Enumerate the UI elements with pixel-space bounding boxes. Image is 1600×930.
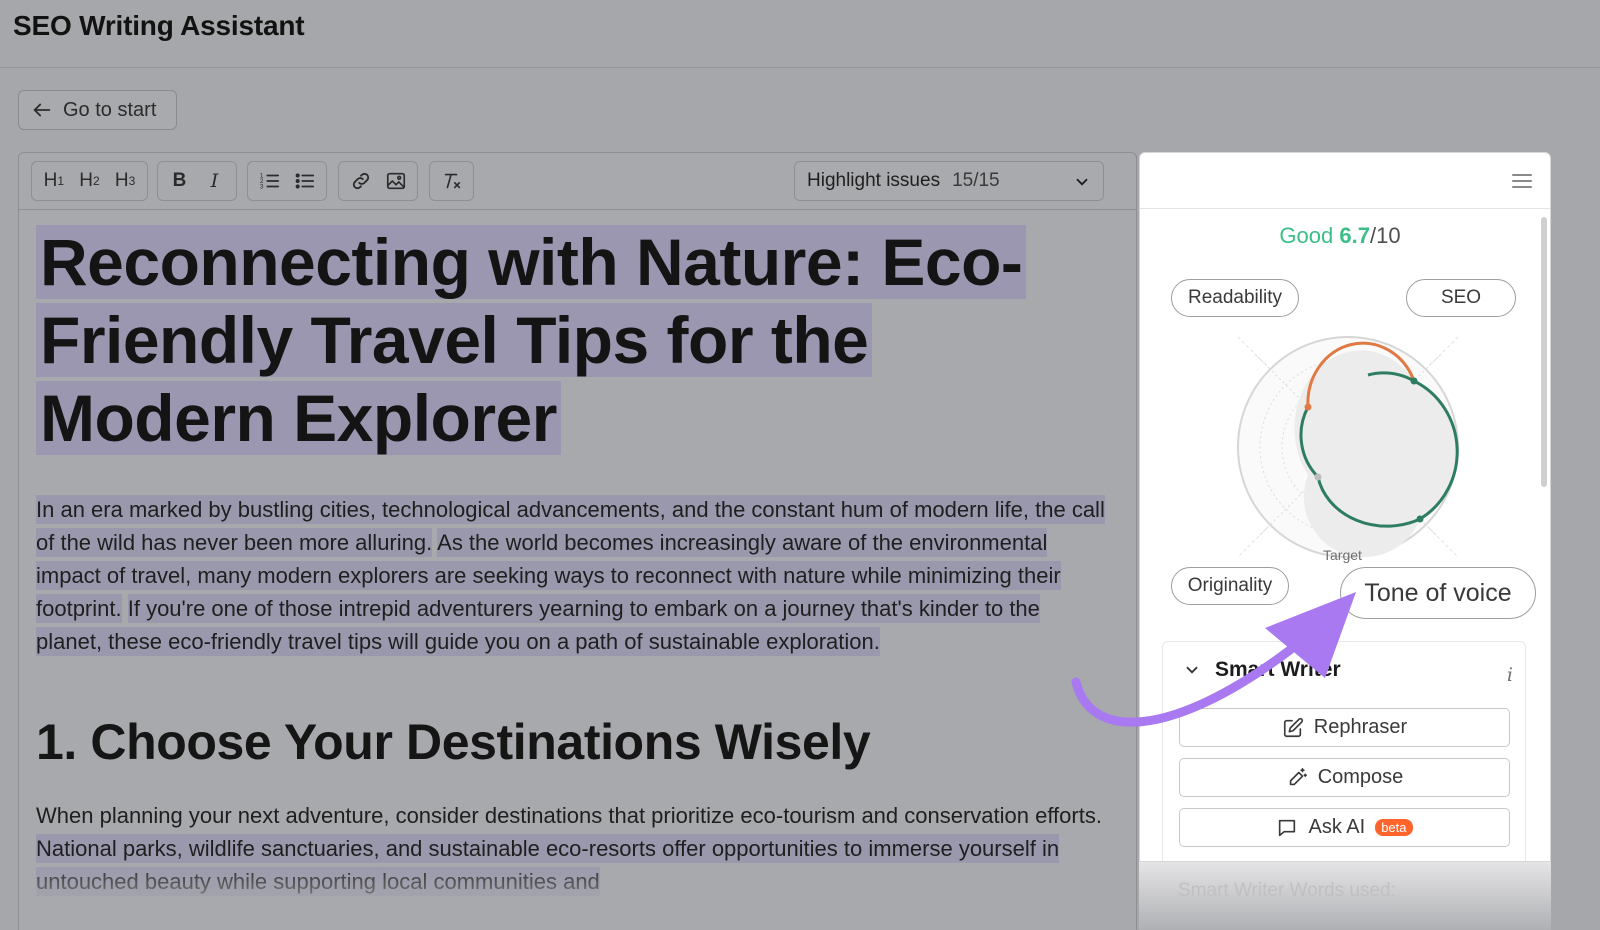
- panel-header: [1140, 153, 1550, 209]
- document-title[interactable]: Reconnecting with Nature: Eco-Friendly T…: [36, 223, 1096, 457]
- score-value: 6.7: [1339, 223, 1370, 248]
- svg-text:3: 3: [259, 183, 263, 190]
- chevron-down-icon: [1186, 666, 1198, 674]
- bullet-list-button[interactable]: [289, 165, 321, 197]
- bullet-list-icon: [295, 173, 314, 189]
- list-group: 123: [247, 161, 327, 201]
- insert-group: [338, 161, 418, 201]
- ask-ai-label: Ask AI: [1308, 816, 1366, 838]
- heading-2-button[interactable]: H2: [73, 165, 105, 197]
- score-max: /10: [1369, 223, 1401, 248]
- link-button[interactable]: [345, 165, 377, 197]
- smart-writer-words-used: Smart Writer Words used:: [1178, 880, 1396, 901]
- top-bar: SEO Writing Assistant: [0, 0, 1600, 68]
- paragraph-intro[interactable]: In an era marked by bustling cities, tec…: [36, 493, 1106, 658]
- overall-score: Good 6.7/10: [1140, 223, 1540, 249]
- heading-3-sub: 3: [128, 174, 136, 188]
- target-label: Target: [1323, 547, 1362, 563]
- readability-pill[interactable]: Readability: [1171, 279, 1299, 317]
- go-to-start-button[interactable]: Go to start: [18, 90, 177, 130]
- panel-scrollbar[interactable]: [1541, 217, 1547, 487]
- sentence: [122, 596, 128, 621]
- heading-group: H1 H2 H3: [31, 161, 148, 201]
- editor-fade: [19, 860, 1136, 930]
- app-title: SEO Writing Assistant: [13, 10, 305, 41]
- ordered-list-button[interactable]: 123: [254, 165, 286, 197]
- smart-writer-section: Smart Writer i Rephraser Compose Ask AI …: [1162, 641, 1526, 861]
- format-group: B I: [157, 161, 237, 201]
- seo-pill[interactable]: SEO: [1406, 279, 1516, 317]
- ask-ai-button[interactable]: Ask AI beta: [1179, 808, 1510, 847]
- highlighted-sentence[interactable]: If you're one of those intrepid adventur…: [36, 594, 1040, 656]
- chevron-down-icon: [1076, 178, 1088, 186]
- tone-of-voice-pill[interactable]: Tone of voice: [1340, 567, 1536, 619]
- arrow-left-icon: [33, 103, 51, 117]
- image-icon: [386, 172, 405, 190]
- heading-2-sub: 2: [93, 174, 100, 188]
- heading-2-label: H: [79, 170, 93, 191]
- heading-3-label: H: [114, 170, 129, 191]
- highlight-issues-select[interactable]: Highlight issues 15/15: [794, 161, 1104, 201]
- heading-3-button[interactable]: H3: [109, 165, 141, 197]
- bold-button[interactable]: B: [164, 165, 196, 197]
- italic-button[interactable]: I: [199, 165, 231, 197]
- heading-1-label: H: [43, 170, 58, 191]
- originality-pill[interactable]: Originality: [1171, 567, 1289, 605]
- edit-icon: [1283, 717, 1303, 737]
- highlight-issues-label: Highlight issues: [807, 170, 941, 191]
- beta-badge: beta: [1375, 819, 1413, 836]
- image-button[interactable]: [380, 165, 412, 197]
- section-heading[interactable]: 1. Choose Your Destinations Wisely: [36, 713, 871, 771]
- score-label: Good: [1279, 223, 1334, 248]
- rephraser-label: Rephraser: [1313, 716, 1408, 738]
- highlight-issues-count: 15/15: [952, 170, 1000, 191]
- clear-format-button[interactable]: [436, 165, 468, 197]
- info-icon[interactable]: i: [1507, 664, 1513, 686]
- sentence: When planning your next adventure, consi…: [36, 803, 1102, 828]
- score-radar-chart: [1237, 336, 1459, 558]
- smart-writer-title: Smart Writer: [1215, 658, 1341, 681]
- link-icon: [352, 172, 369, 190]
- rephraser-button[interactable]: Rephraser: [1179, 708, 1510, 747]
- editor: H1 H2 H3 B I 123 Highlight issues 15/15 …: [18, 152, 1137, 930]
- magic-pen-icon: [1289, 767, 1307, 785]
- title-highlight: Reconnecting with Nature: Eco-Friendly T…: [36, 225, 1027, 455]
- compose-button[interactable]: Compose: [1179, 758, 1510, 797]
- clear-group: [429, 161, 474, 201]
- heading-1-sub: 1: [57, 174, 65, 188]
- heading-1-button[interactable]: H1: [38, 165, 70, 197]
- ordered-list-icon: 123: [259, 172, 279, 190]
- editor-toolbar: H1 H2 H3 B I 123 Highlight issues 15/15: [19, 153, 1136, 210]
- hamburger-menu-icon[interactable]: [1510, 169, 1534, 193]
- chat-bubble-icon: [1279, 819, 1296, 836]
- analysis-panel: Good 6.7/10 Readability SEO Originality …: [1139, 152, 1551, 862]
- go-to-start-label: Go to start: [63, 98, 157, 121]
- clear-format-icon: [444, 173, 460, 189]
- compose-label: Compose: [1317, 766, 1404, 788]
- smart-writer-toggle[interactable]: Smart Writer: [1183, 658, 1341, 682]
